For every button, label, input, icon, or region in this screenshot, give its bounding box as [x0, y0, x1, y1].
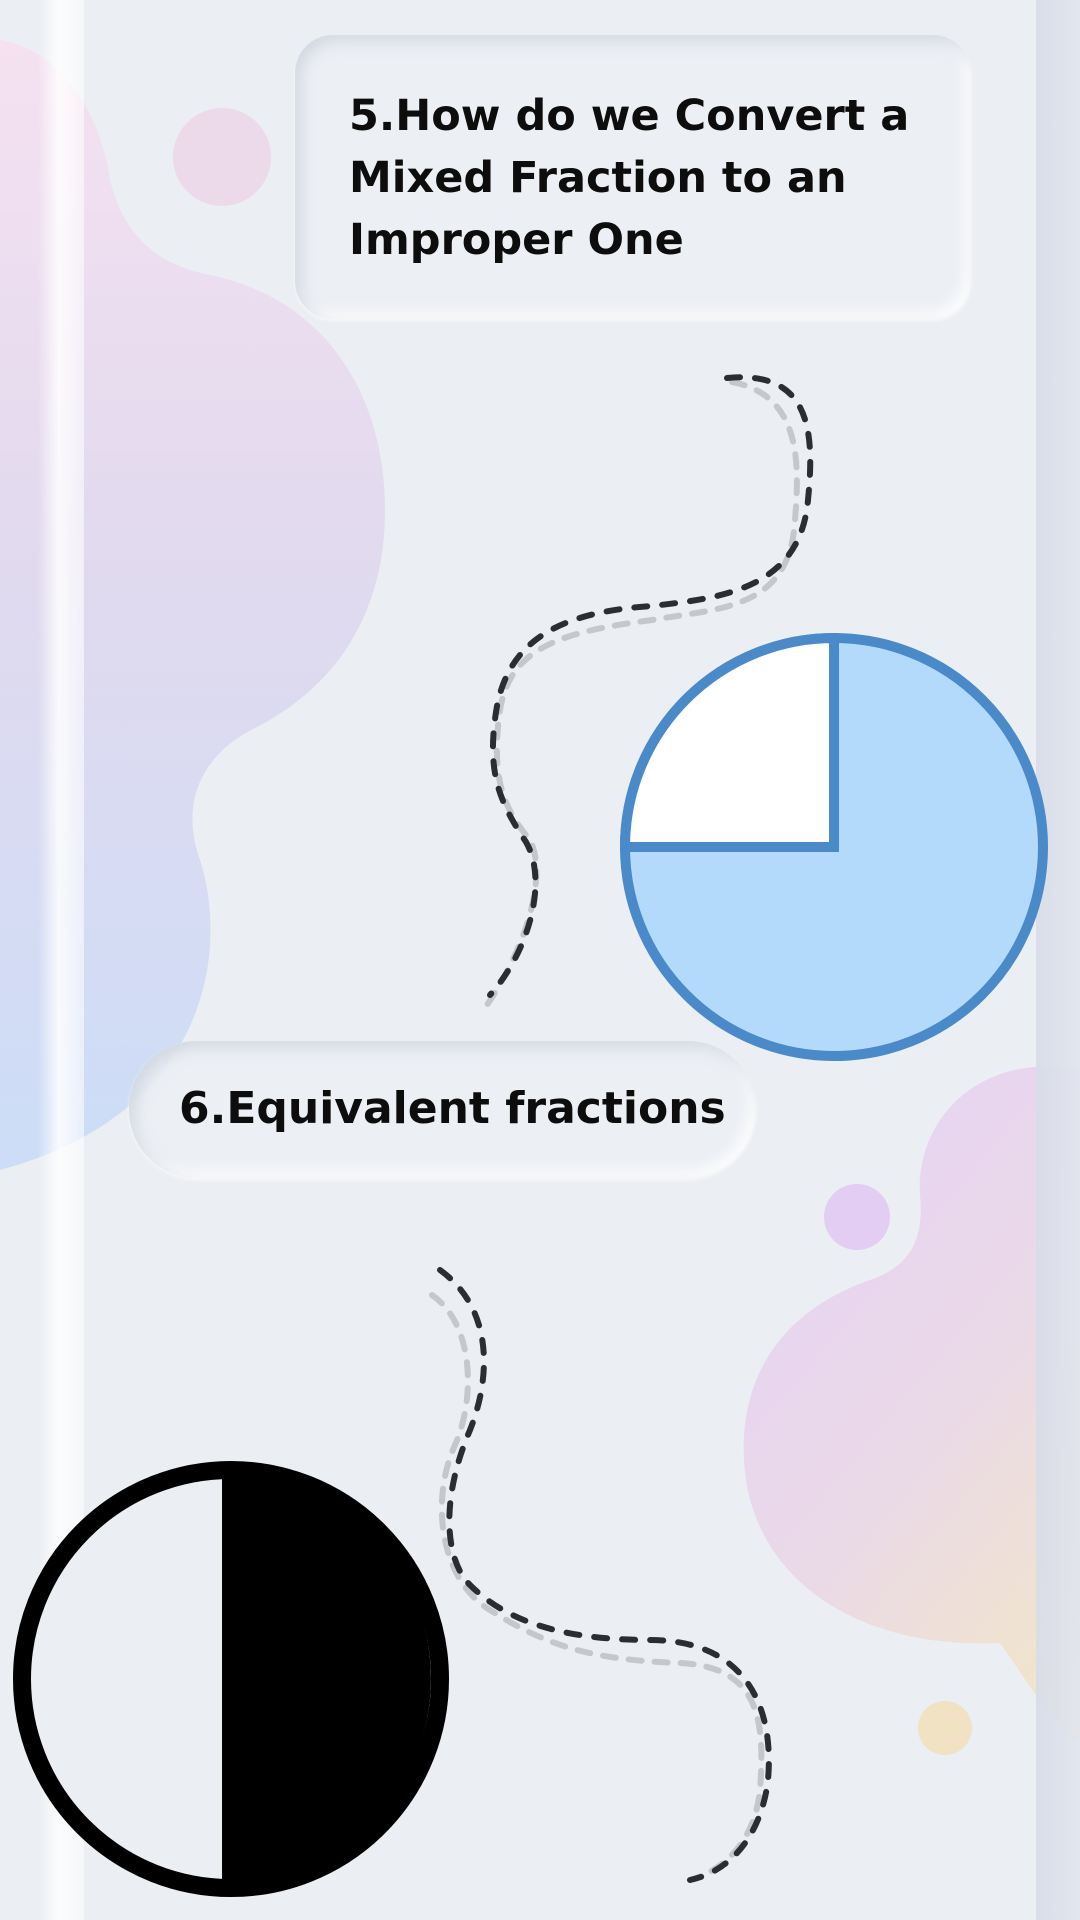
- page: 5.How do we Convert a Mixed Fraction to …: [0, 0, 1080, 1920]
- one-half-fraction-icon: [13, 1461, 449, 1897]
- right-blob: [743, 1066, 1080, 1740]
- fraction-filled-half: [222, 1470, 431, 1888]
- right-small-bubble-purple: [824, 1184, 890, 1250]
- section-6-heading-card: 6.Equivalent fractions: [129, 1041, 756, 1178]
- left-small-bubble: [173, 108, 271, 206]
- section-5-heading-card: 5.How do we Convert a Mixed Fraction to …: [295, 35, 971, 319]
- right-small-bubble-peach: [918, 1701, 972, 1755]
- section-5-title: 5.How do we Convert a Mixed Fraction to …: [349, 91, 910, 265]
- fraction-empty-quarter: [619, 632, 839, 852]
- three-quarters-fraction-icon: [619, 632, 1048, 1061]
- section-6-title: 6.Equivalent fractions: [179, 1083, 726, 1134]
- dashed-path-bottom: [429, 1267, 772, 1883]
